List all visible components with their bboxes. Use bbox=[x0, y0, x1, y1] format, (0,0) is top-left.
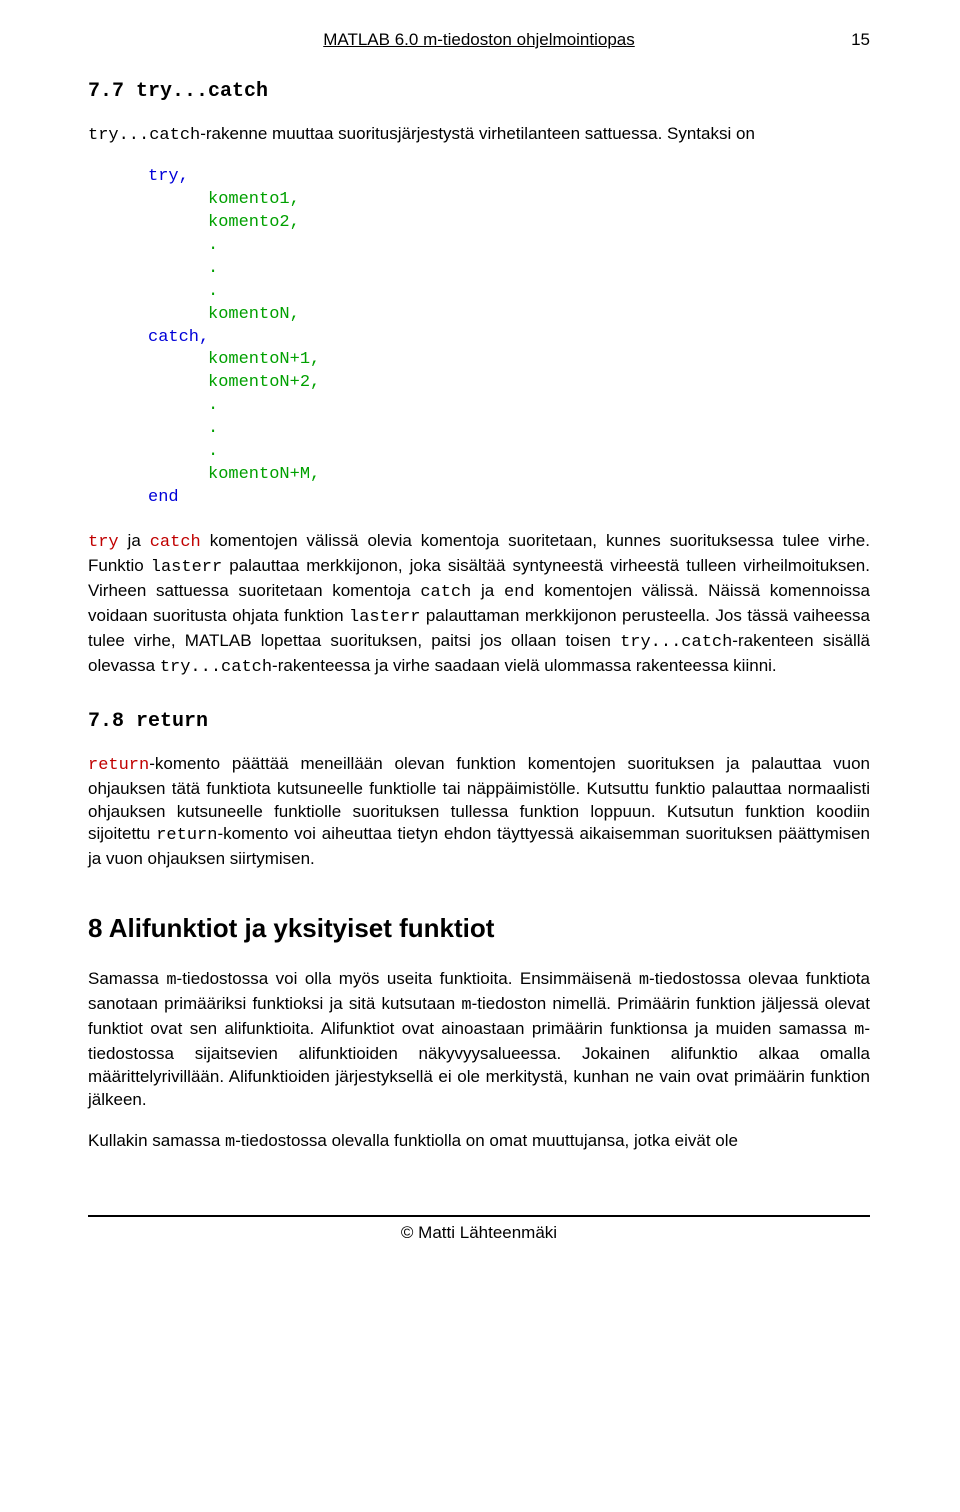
code-line: . bbox=[88, 282, 218, 301]
code-m: m bbox=[225, 1133, 235, 1152]
code-line: . bbox=[88, 259, 218, 278]
code-m: m bbox=[166, 971, 176, 990]
section-7-7-heading: 7.7 try...catch bbox=[88, 80, 870, 103]
page-number: 15 bbox=[851, 30, 870, 50]
code-catch: catch bbox=[420, 583, 471, 602]
text: Samassa bbox=[88, 969, 166, 988]
page-container: MATLAB 6.0 m-tiedoston ohjelmointiopas 1… bbox=[0, 0, 960, 1263]
page-header: MATLAB 6.0 m-tiedoston ohjelmointiopas 1… bbox=[88, 30, 870, 50]
kw-end: end bbox=[88, 488, 179, 507]
text: -rakenne muuttaa suoritusjärjestystä vir… bbox=[200, 124, 755, 143]
text: -rakenteessa ja virhe saadaan vielä ulom… bbox=[272, 656, 777, 675]
code-try-catch: try...catch bbox=[160, 658, 272, 677]
footer-text: © Matti Lähteenmäki bbox=[401, 1223, 557, 1242]
section-7-8-body: return-komento päättää meneillään olevan… bbox=[88, 753, 870, 872]
code-block-try-catch: try, komento1, komento2, . . . komentoN,… bbox=[88, 166, 870, 510]
code-m: m bbox=[854, 1021, 864, 1040]
code-line: komentoN+1, bbox=[88, 350, 320, 369]
code-try-catch: try...catch bbox=[620, 633, 732, 652]
text: -tiedostossa olevalla funktiolla on omat… bbox=[235, 1131, 738, 1150]
code-line: . bbox=[88, 442, 218, 461]
header-title: MATLAB 6.0 m-tiedoston ohjelmointiopas bbox=[323, 30, 635, 50]
code-m: m bbox=[639, 971, 649, 990]
code-line: . bbox=[88, 419, 218, 438]
code-try-catch: try...catch bbox=[88, 126, 200, 145]
code-line: komento2, bbox=[88, 213, 300, 232]
code-lasterr: lasterr bbox=[349, 608, 420, 627]
section-7-8-heading: 7.8 return bbox=[88, 710, 870, 733]
section-7-7-body: try ja catch komentojen välissä olevia k… bbox=[88, 530, 870, 680]
text: -tiedostossa voi olla myös useita funkti… bbox=[177, 969, 639, 988]
code-end: end bbox=[504, 583, 535, 602]
code-line: komentoN, bbox=[88, 305, 300, 324]
text: ja bbox=[119, 531, 150, 550]
text: ja bbox=[471, 581, 504, 600]
kw-catch: catch, bbox=[88, 328, 209, 347]
section-8-p2: Kullakin samassa m-tiedostossa olevalla … bbox=[88, 1130, 870, 1155]
code-line: . bbox=[88, 396, 218, 415]
text: Kullakin samassa bbox=[88, 1131, 225, 1150]
code-line: . bbox=[88, 236, 218, 255]
kw-return: return bbox=[88, 756, 149, 775]
code-lasterr: lasterr bbox=[151, 558, 222, 577]
kw-try: try, bbox=[88, 167, 189, 186]
code-line: komento1, bbox=[88, 190, 300, 209]
page-footer: © Matti Lähteenmäki bbox=[88, 1215, 870, 1243]
section-8-p1: Samassa m-tiedostossa voi olla myös usei… bbox=[88, 968, 870, 1112]
kw-try-inline: try bbox=[88, 533, 119, 552]
section-8-heading: 8 Alifunktiot ja yksityiset funktiot bbox=[88, 913, 870, 944]
code-return: return bbox=[156, 826, 217, 845]
code-line: komentoN+2, bbox=[88, 373, 320, 392]
kw-catch-inline: catch bbox=[150, 533, 201, 552]
code-m: m bbox=[461, 996, 471, 1015]
code-line: komentoN+M, bbox=[88, 465, 320, 484]
section-7-7-intro: try...catch-rakenne muuttaa suoritusjärj… bbox=[88, 123, 870, 148]
